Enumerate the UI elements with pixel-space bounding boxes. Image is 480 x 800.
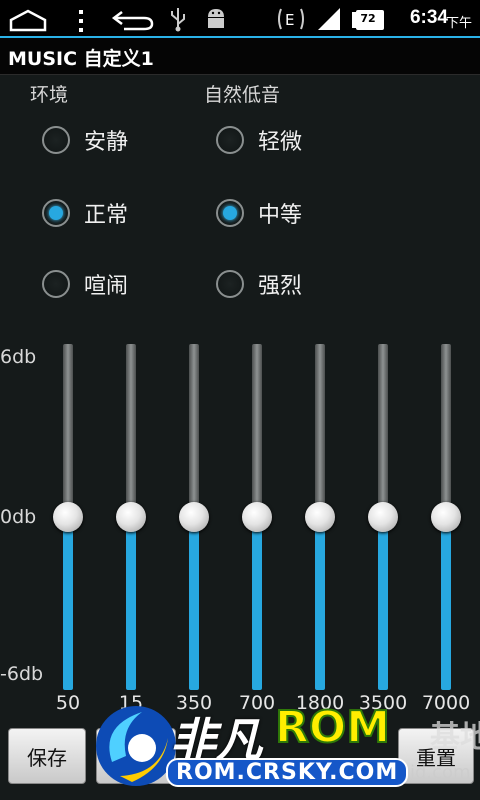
- bass-label: 自然低音: [204, 84, 281, 106]
- slider-thumb-700[interactable]: [242, 502, 272, 532]
- slider-thumb-350[interactable]: [179, 502, 209, 532]
- radio-label: 强烈: [258, 274, 303, 299]
- frequency-label: 350: [175, 692, 213, 714]
- title-bar: MUSIC 自定义1: [0, 38, 480, 75]
- radio-circle-icon: [42, 126, 70, 154]
- db-label-max: 6db: [0, 346, 37, 368]
- slider-track-upper[interactable]: [252, 344, 262, 517]
- radio-label: 正常: [84, 203, 129, 228]
- frequency-label: 700: [238, 692, 276, 714]
- svg-text:E: E: [285, 11, 294, 29]
- radio-label: 中等: [258, 203, 303, 228]
- radio-circle-icon: [216, 126, 244, 154]
- db-label-zero: 0db: [0, 506, 37, 528]
- slider-thumb-3500[interactable]: [368, 502, 398, 532]
- save-button[interactable]: 保存: [8, 728, 86, 784]
- radio-environment-normal[interactable]: 正常: [42, 193, 128, 233]
- android-debug-icon: [208, 9, 224, 28]
- slider-track-upper[interactable]: [63, 344, 73, 517]
- status-bar: E 72 6:34 下午: [0, 0, 480, 38]
- radio-circle-icon: [216, 199, 244, 227]
- radio-circle-icon: [216, 270, 244, 298]
- back-icon[interactable]: [110, 8, 156, 32]
- slider-track-level[interactable]: [252, 517, 262, 690]
- slider-thumb-50[interactable]: [53, 502, 83, 532]
- radio-bass-medium[interactable]: 中等: [216, 193, 302, 233]
- db-label-min: -6db: [0, 663, 44, 685]
- radio-environment-quiet[interactable]: 安静: [42, 120, 128, 160]
- slider-track-level[interactable]: [378, 517, 388, 690]
- frequency-label: 7000: [421, 692, 471, 714]
- signal-icon: [318, 8, 340, 30]
- battery-level: 72: [360, 12, 376, 25]
- radio-label: 安静: [84, 130, 129, 155]
- slider-track-upper[interactable]: [126, 344, 136, 517]
- clock-ampm: 下午: [445, 16, 472, 31]
- radio-circle-icon: [42, 199, 70, 227]
- home-icon[interactable]: [8, 8, 48, 32]
- page-title: MUSIC 自定义1: [8, 48, 154, 70]
- slider-track-upper[interactable]: [378, 344, 388, 517]
- frequency-label: 3500: [358, 692, 408, 714]
- watermark-url: ROM.CRSKY.COM: [166, 758, 409, 787]
- radio-bass-strong[interactable]: 强烈: [216, 264, 302, 304]
- slider-track-level[interactable]: [315, 517, 325, 690]
- reset-button[interactable]: 重置: [398, 728, 474, 784]
- usb-icon: [171, 8, 185, 32]
- radio-bass-light[interactable]: 轻微: [216, 120, 302, 160]
- radio-circle-icon: [42, 270, 70, 298]
- environment-label: 环境: [30, 84, 69, 106]
- modify-button[interactable]: 修: [96, 728, 176, 784]
- slider-track-level[interactable]: [189, 517, 199, 690]
- slider-track-level[interactable]: [126, 517, 136, 690]
- slider-thumb-15[interactable]: [116, 502, 146, 532]
- slider-track-upper[interactable]: [315, 344, 325, 517]
- slider-thumb-7000[interactable]: [431, 502, 461, 532]
- frequency-label: 50: [55, 692, 81, 714]
- radio-label: 喧闹: [84, 274, 129, 299]
- radio-label: 轻微: [258, 130, 303, 155]
- frequency-label: 15: [118, 692, 144, 714]
- radio-environment-noisy[interactable]: 喧闹: [42, 264, 128, 304]
- edge-data-icon: E: [278, 8, 304, 30]
- slider-track-level[interactable]: [441, 517, 451, 690]
- frequency-label: 1800: [295, 692, 345, 714]
- slider-thumb-1800[interactable]: [305, 502, 335, 532]
- slider-track-upper[interactable]: [189, 344, 199, 517]
- menu-dots-icon[interactable]: [76, 8, 86, 34]
- clock: 6:34: [409, 7, 448, 28]
- slider-track-upper[interactable]: [441, 344, 451, 517]
- slider-track-level[interactable]: [63, 517, 73, 690]
